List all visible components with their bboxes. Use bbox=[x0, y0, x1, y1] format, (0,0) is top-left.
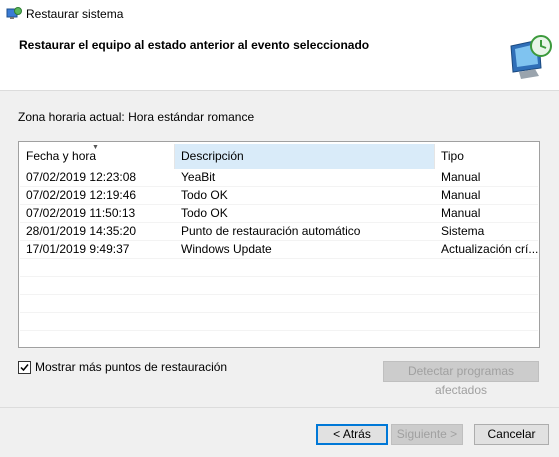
table-row[interactable]: 07/02/2019 11:50:13 Todo OK Manual bbox=[20, 205, 538, 223]
cell-type: Manual bbox=[441, 188, 481, 202]
column-header-type[interactable]: Tipo bbox=[435, 144, 538, 169]
cell-date bbox=[20, 295, 175, 312]
cell-date bbox=[20, 331, 175, 348]
table-row[interactable] bbox=[20, 313, 538, 331]
cell-date bbox=[20, 259, 175, 276]
cell-description bbox=[175, 331, 435, 348]
cell-description: Todo OK bbox=[181, 188, 228, 202]
check-icon bbox=[20, 363, 29, 371]
column-header-date[interactable]: ▼ Fecha y hora bbox=[20, 144, 175, 169]
detect-affected-programs-button[interactable]: Detectar programas afectados bbox=[383, 361, 539, 397]
timezone-label: Zona horaria actual: Hora estándar roman… bbox=[18, 110, 255, 124]
cell-date: 28/01/2019 14:35:20 bbox=[26, 224, 137, 238]
sort-indicator-icon: ▼ bbox=[92, 144, 99, 151]
footer-divider bbox=[0, 407, 559, 408]
window-title: Restaurar sistema bbox=[26, 7, 124, 21]
cell-date: 07/02/2019 12:23:08 bbox=[26, 170, 137, 184]
cell-date: 17/01/2019 9:49:37 bbox=[26, 242, 130, 256]
table-row[interactable]: 28/01/2019 14:35:20 Punto de restauración… bbox=[20, 223, 538, 241]
title-bar: Restaurar sistema bbox=[0, 0, 559, 28]
table-row[interactable] bbox=[20, 259, 538, 277]
back-button[interactable]: < Atrás bbox=[316, 424, 388, 445]
cell-type: Actualización crí... bbox=[441, 242, 538, 256]
cell-type bbox=[435, 313, 538, 330]
cell-description: Punto de restauración automático bbox=[181, 224, 361, 238]
cell-description: Windows Update bbox=[181, 242, 272, 256]
table-row[interactable]: 07/02/2019 12:19:46 Todo OK Manual bbox=[20, 187, 538, 205]
header-panel: Restaurar el equipo al estado anterior a… bbox=[0, 28, 559, 91]
next-button[interactable]: Siguiente > bbox=[391, 424, 463, 445]
system-restore-icon bbox=[6, 7, 22, 19]
cell-description bbox=[175, 277, 435, 294]
show-more-points-option[interactable]: Mostrar más puntos de restauración bbox=[18, 360, 227, 374]
cell-description: Todo OK bbox=[181, 206, 228, 220]
table-row[interactable] bbox=[20, 331, 538, 349]
cell-type bbox=[435, 277, 538, 294]
restore-points-list[interactable]: ▼ Fecha y hora Descripción Tipo 07/02/20… bbox=[18, 141, 540, 349]
cell-type bbox=[435, 331, 538, 348]
table-row[interactable] bbox=[20, 277, 538, 295]
cell-type: Manual bbox=[441, 206, 481, 220]
cell-date: 07/02/2019 12:19:46 bbox=[26, 188, 137, 202]
cell-date bbox=[20, 313, 175, 330]
cancel-button[interactable]: Cancelar bbox=[474, 424, 549, 445]
page-heading: Restaurar el equipo al estado anterior a… bbox=[19, 38, 370, 52]
column-header-description[interactable]: Descripción bbox=[175, 144, 435, 169]
cell-type bbox=[435, 295, 538, 312]
cell-type: Sistema bbox=[441, 224, 485, 238]
cell-type: Manual bbox=[441, 170, 481, 184]
show-more-checkbox[interactable] bbox=[18, 360, 31, 374]
cell-type bbox=[435, 259, 538, 276]
cell-description bbox=[175, 295, 435, 312]
cell-description bbox=[175, 313, 435, 330]
table-row[interactable]: 17/01/2019 9:49:37 Windows Update Actualiz… bbox=[20, 241, 538, 259]
list-header: ▼ Fecha y hora Descripción Tipo bbox=[20, 144, 538, 169]
table-row[interactable] bbox=[20, 295, 538, 313]
cell-description: YeaBit bbox=[181, 170, 216, 184]
table-row[interactable]: 07/02/2019 12:23:08 YeaBit Manual bbox=[20, 169, 538, 187]
show-more-label: Mostrar más puntos de restauración bbox=[35, 360, 228, 374]
cell-date: 07/02/2019 11:50:13 bbox=[26, 206, 136, 220]
cell-date bbox=[20, 277, 175, 294]
monitor-restore-icon bbox=[510, 35, 552, 79]
cell-description bbox=[175, 259, 435, 276]
